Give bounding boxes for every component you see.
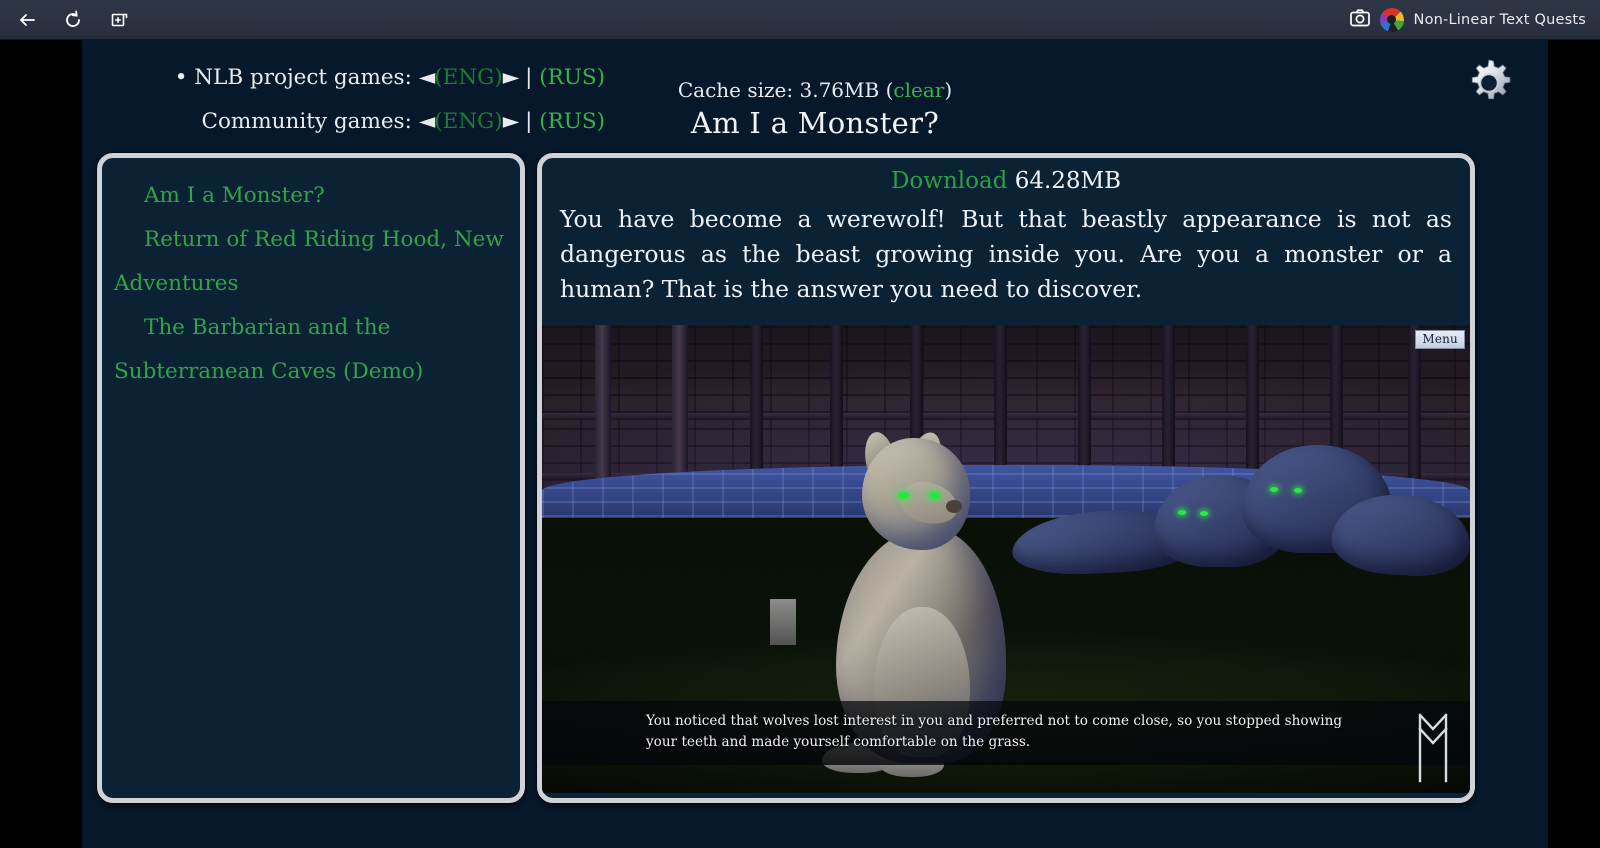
preview-menu-button[interactable]: Menu [1415,330,1465,349]
download-link[interactable]: Download [891,168,1007,194]
page-title: Am I a Monster? [690,106,940,140]
app-root: Non-Linear Text Quests • NLB project gam… [0,0,1600,848]
cache-clear-button[interactable]: clear [893,78,944,102]
game-list-item-0[interactable]: Am I a Monster? [112,174,510,218]
werewolf-nose [946,500,962,513]
window-titlebar: Non-Linear Text Quests [0,0,1600,40]
back-button[interactable] [12,5,42,35]
game-list-item-2[interactable]: The Barbarian and the Subterranean Caves… [112,306,510,394]
page-body: • NLB project games: ◄(ENG)► | (RUS) Com… [82,40,1548,848]
titlebar-toolbar [0,5,134,35]
settings-button[interactable] [1462,56,1516,110]
wolf-eye-icon [1200,511,1208,516]
wolf-eye-icon [1294,488,1302,493]
window-title: Non-Linear Text Quests [1413,11,1586,28]
game-detail-panel: Download 64.28MB You have become a werew… [537,153,1475,803]
game-list-panel: Am I a Monster? Return of Red Riding Hoo… [97,153,525,803]
back-arrow-icon [17,10,37,30]
reload-icon [63,10,83,30]
game-list: Am I a Monster? Return of Red Riding Hoo… [102,158,520,404]
preview-continue-button[interactable] [1416,709,1450,787]
nlb-logo-icon [1379,7,1404,32]
game-list-item-1[interactable]: Return of Red Riding Hood, New Adventure… [112,218,510,306]
preview-stone-plate [770,599,796,645]
download-size: 64.28MB [1014,168,1122,194]
cache-status: Cache size: 3.76MB (clear) [82,78,1548,102]
camera-icon[interactable] [1349,8,1370,31]
reload-button[interactable] [58,5,88,35]
game-preview-image[interactable]: You noticed that wolves lost interest in… [542,325,1470,793]
download-row: Download 64.28MB [542,168,1470,194]
werewolf-eye-left-icon [898,492,909,499]
werewolf-eye-right-icon [929,492,940,499]
new-window-button[interactable] [104,5,134,35]
titlebar-right: Non-Linear Text Quests [1349,7,1600,32]
cache-label: Cache size: [677,78,794,102]
cache-clear-close: ) [944,78,953,102]
new-window-icon [110,10,129,29]
wolf-eye-icon [1178,510,1186,515]
cache-size: 3.76MB [799,78,880,102]
gear-icon [1462,59,1516,114]
game-description: You have become a werewolf! But that bea… [560,205,1452,303]
wolf-eye-icon [1270,487,1278,492]
double-chevron-down-icon [1416,713,1450,791]
preview-caption: You noticed that wolves lost interest in… [542,701,1470,765]
